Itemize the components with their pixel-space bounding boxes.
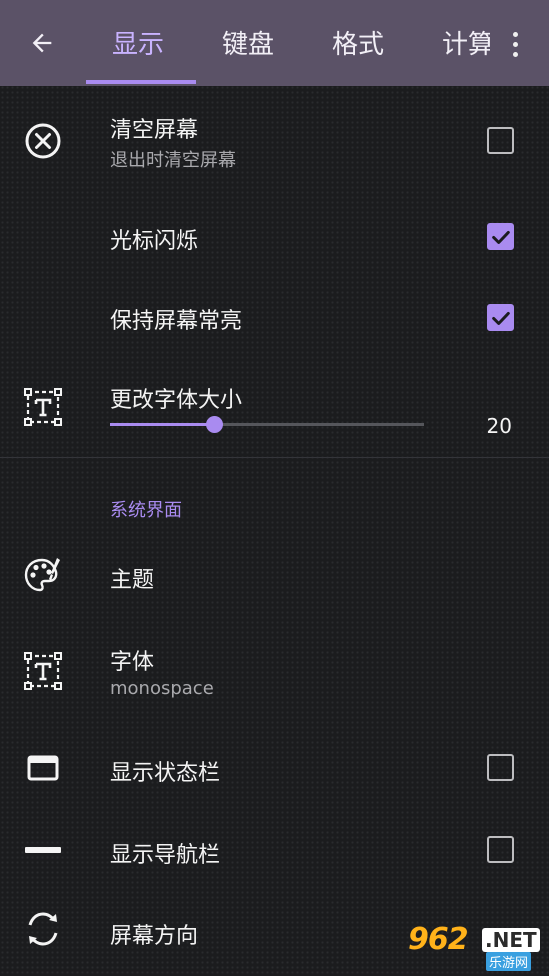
more-options-button[interactable] xyxy=(500,24,530,64)
palette-icon xyxy=(20,552,66,598)
close-circle-icon xyxy=(20,118,66,164)
arrow-left-icon xyxy=(32,33,52,53)
setting-summary: monospace xyxy=(110,678,214,699)
tab-display[interactable]: 显示 xyxy=(112,24,164,64)
setting-title: 主题 xyxy=(110,568,155,593)
slider-fill xyxy=(110,423,214,426)
status-bar-checkbox[interactable] xyxy=(487,754,514,781)
tab-keyboard[interactable]: 键盘 xyxy=(222,24,274,64)
watermark-sub: 乐游网 xyxy=(486,952,532,971)
setting-summary: 退出时清空屏幕 xyxy=(110,150,236,171)
section-header-system-ui: 系统界面 xyxy=(110,500,182,521)
tab-indicator xyxy=(86,80,196,84)
setting-cursor-blink[interactable]: 光标闪烁 xyxy=(0,198,549,278)
keep-screen-on-checkbox[interactable] xyxy=(487,304,514,331)
top-app-bar: 显示 键盘 格式 计算 xyxy=(0,0,549,86)
setting-nav-bar[interactable]: 显示导航栏 xyxy=(0,810,549,890)
setting-title: 屏幕方向 xyxy=(110,924,199,949)
text-box-icon xyxy=(20,648,66,694)
setting-font[interactable]: 字体 monospace xyxy=(0,630,549,720)
divider xyxy=(0,457,549,458)
setting-title: 清空屏幕 xyxy=(110,118,199,143)
tab-format[interactable]: 格式 xyxy=(332,24,384,64)
check-icon xyxy=(491,311,510,325)
setting-title: 光标闪烁 xyxy=(110,229,199,254)
tab-calculate[interactable]: 计算 xyxy=(442,24,490,64)
clear-screen-checkbox[interactable] xyxy=(487,127,514,154)
setting-title: 保持屏幕常亮 xyxy=(110,309,243,334)
font-size-title: 更改字体大小 xyxy=(110,388,243,413)
setting-status-bar[interactable]: 显示状态栏 xyxy=(0,728,549,808)
back-button[interactable] xyxy=(18,22,66,64)
watermark-number: 962 xyxy=(408,922,469,957)
watermark-logo: 962 .NET 乐游网 xyxy=(408,922,546,971)
check-icon xyxy=(491,230,510,244)
setting-keep-screen-on[interactable]: 保持屏幕常亮 xyxy=(0,278,549,358)
setting-title: 显示导航栏 xyxy=(110,843,221,868)
setting-clear-screen[interactable]: 清空屏幕 退出时清空屏幕 xyxy=(0,100,549,184)
font-size-value: 20 xyxy=(486,414,512,438)
more-vert-icon xyxy=(512,31,518,37)
setting-theme[interactable]: 主题 xyxy=(0,536,549,616)
rotate-icon xyxy=(20,906,66,952)
font-size-slider[interactable] xyxy=(110,416,424,433)
cursor-blink-checkbox[interactable] xyxy=(487,223,514,250)
watermark-net: .NET xyxy=(482,928,540,952)
slider-thumb[interactable] xyxy=(205,416,223,433)
setting-title: 显示状态栏 xyxy=(110,761,221,786)
nav-bar-checkbox[interactable] xyxy=(487,836,514,863)
minus-bar-icon xyxy=(20,827,66,873)
text-box-icon xyxy=(20,384,66,430)
window-icon xyxy=(20,745,66,791)
setting-title: 字体 xyxy=(110,650,155,675)
